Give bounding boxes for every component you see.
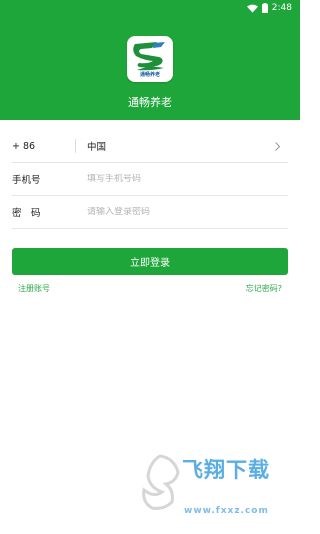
header: 通畅养老 通畅养老 (0, 16, 300, 120)
watermark-url: www.fxxz.com (184, 506, 269, 516)
country-code: + 86 (12, 140, 36, 152)
watermark: 飞翔下载 www.fxxz.com (138, 448, 288, 524)
register-link[interactable]: 注册账号 (18, 283, 50, 294)
divider (75, 139, 76, 153)
login-form: + 86 中国 手机号 密 码 (12, 130, 288, 229)
login-button[interactable]: 立即登录 (12, 248, 288, 275)
chevron-right-icon (275, 142, 280, 151)
password-label: 密 码 (12, 208, 41, 219)
status-bar: 2:48 (0, 0, 300, 16)
app-name: 通畅养老 (128, 96, 172, 109)
app-logo: 通畅养老 (127, 36, 173, 82)
phone-input[interactable] (87, 174, 288, 184)
status-icons: 2:48 (246, 2, 292, 14)
phone-label: 手机号 (12, 175, 41, 186)
wifi-icon (246, 4, 258, 13)
battery-icon (261, 3, 268, 13)
status-time: 2:48 (271, 3, 292, 13)
watermark-title: 飞翔下载 (182, 458, 270, 482)
password-row: 密 码 (12, 196, 288, 229)
watermark-logo-icon (142, 454, 180, 510)
forgot-password-link[interactable]: 忘记密码? (246, 283, 282, 294)
country-name: 中国 (87, 142, 107, 153)
logo-caption: 通畅养老 (139, 72, 160, 78)
password-input[interactable] (87, 207, 288, 217)
phone-row: 手机号 (12, 163, 288, 196)
country-selector[interactable]: + 86 中国 (12, 130, 288, 163)
